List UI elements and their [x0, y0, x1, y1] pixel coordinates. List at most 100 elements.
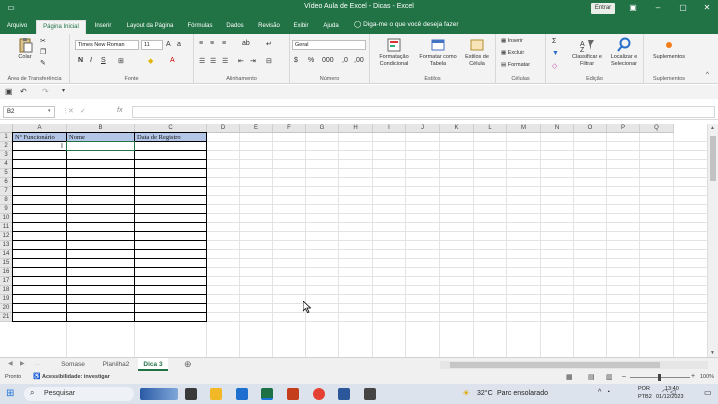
- customize-qat-icon[interactable]: ▾: [62, 87, 65, 94]
- language-indicator[interactable]: POR: [638, 386, 650, 392]
- addins-button[interactable]: Suplementos: [646, 37, 692, 61]
- column-header[interactable]: H: [339, 124, 373, 133]
- task-view-icon[interactable]: [185, 388, 197, 400]
- column-header[interactable]: G: [306, 124, 339, 133]
- column-header[interactable]: K: [440, 124, 474, 133]
- tab-layout[interactable]: Layout da Página: [120, 20, 180, 34]
- normal-view-icon[interactable]: ▦: [566, 373, 573, 381]
- page-break-icon[interactable]: ▥: [606, 373, 613, 381]
- network-icon[interactable]: ◔: [606, 389, 610, 396]
- align-right-icon[interactable]: ☰: [222, 57, 228, 65]
- undo-icon[interactable]: ↶: [20, 87, 27, 96]
- italic-button[interactable]: I: [90, 57, 92, 64]
- horizontal-scroll-thumb[interactable]: [450, 362, 660, 368]
- column-header[interactable]: F: [273, 124, 306, 133]
- cut-icon[interactable]: ✂: [40, 37, 46, 45]
- decimal-decrease-icon[interactable]: ,00: [354, 57, 364, 64]
- clear-icon[interactable]: ◇: [552, 62, 557, 70]
- fill-icon[interactable]: ▼: [552, 50, 559, 57]
- conditional-format-button[interactable]: Formatação Condicional: [372, 37, 416, 68]
- tab-arquivo[interactable]: Arquivo: [2, 20, 32, 34]
- vertical-scroll-thumb[interactable]: [710, 136, 716, 181]
- sheet-tab-dica3[interactable]: Dica 3: [138, 358, 168, 371]
- sort-filter-button[interactable]: AZ Classificar e Filtrar: [570, 37, 604, 68]
- align-top-icon[interactable]: ≡: [199, 40, 203, 47]
- signin-button[interactable]: Entrar: [591, 3, 615, 14]
- format-as-table-button[interactable]: Formatar como Tabela: [416, 37, 460, 68]
- font-size-select[interactable]: 11: [141, 40, 163, 50]
- redo-icon[interactable]: ↷: [42, 87, 49, 96]
- wrap-text-icon[interactable]: ↵: [266, 40, 272, 48]
- accessibility-status[interactable]: Acessibilidade: investigar: [42, 374, 110, 380]
- delete-cells-button[interactable]: ▦ Excluir: [501, 50, 524, 56]
- column-header[interactable]: Q: [640, 124, 674, 133]
- align-center-icon[interactable]: ☰: [210, 57, 216, 65]
- notification-icon[interactable]: ▭: [704, 388, 712, 397]
- sheet-tab-planilha2[interactable]: Planilha2: [96, 358, 136, 371]
- page-layout-icon[interactable]: ▤: [588, 373, 595, 381]
- column-header[interactable]: I: [373, 124, 406, 133]
- align-middle-icon[interactable]: ≡: [210, 40, 214, 47]
- column-header[interactable]: D: [207, 124, 240, 133]
- scroll-down-icon[interactable]: ▼: [710, 350, 715, 356]
- sheet-more-icon[interactable]: …: [34, 360, 41, 367]
- column-header[interactable]: O: [574, 124, 607, 133]
- format-cells-button[interactable]: ▤ Formatar: [501, 62, 530, 68]
- tab-formulas[interactable]: Fórmulas: [184, 20, 216, 34]
- currency-icon[interactable]: $: [294, 57, 298, 64]
- indent-decrease-icon[interactable]: ⇤: [238, 57, 244, 65]
- tell-me-box[interactable]: ◯ Diga-me o que você deseja fazer: [354, 20, 458, 28]
- horizontal-scrollbar[interactable]: [440, 361, 708, 369]
- column-header[interactable]: J: [406, 124, 440, 133]
- copy-icon[interactable]: ❐: [40, 48, 46, 56]
- cell-styles-button[interactable]: Estilos de Célula: [460, 37, 494, 68]
- increase-font-icon[interactable]: A: [166, 41, 171, 48]
- formula-input[interactable]: [132, 106, 715, 118]
- powerpoint-icon[interactable]: [287, 388, 299, 400]
- selected-cell[interactable]: [66, 141, 135, 151]
- indent-increase-icon[interactable]: ⇥: [250, 57, 256, 65]
- sheet-tab-somase[interactable]: Somase: [52, 358, 94, 371]
- collapse-ribbon-icon[interactable]: ^: [706, 72, 709, 78]
- namebox-dropdown-icon[interactable]: ▾: [48, 108, 51, 114]
- percent-icon[interactable]: %: [308, 57, 314, 64]
- align-bottom-icon[interactable]: ≡: [222, 40, 226, 47]
- decimal-increase-icon[interactable]: ,0: [342, 57, 348, 64]
- excel-taskbar-icon[interactable]: [261, 388, 273, 400]
- align-left-icon[interactable]: ☰: [199, 57, 205, 65]
- find-select-button[interactable]: Localizar e Selecionar: [606, 37, 642, 68]
- zoom-level[interactable]: 100%: [700, 374, 714, 380]
- tab-exibir[interactable]: Exibir: [288, 20, 314, 34]
- tab-revisao[interactable]: Revisão: [254, 20, 284, 34]
- word-icon[interactable]: [338, 388, 350, 400]
- add-sheet-icon[interactable]: ⊕: [184, 359, 192, 370]
- tab-dados[interactable]: Dados: [222, 20, 248, 34]
- column-header[interactable]: N: [541, 124, 574, 133]
- underline-button[interactable]: S: [101, 57, 106, 64]
- bold-button[interactable]: N: [78, 57, 83, 64]
- file-explorer-icon[interactable]: [210, 388, 222, 400]
- clock-time[interactable]: 13:40: [665, 386, 679, 392]
- ribbon-display-icon[interactable]: ▣: [627, 3, 639, 12]
- taskbar-search-box[interactable]: ⌕ Pesquisar: [24, 387, 134, 401]
- weather-icon[interactable]: ☀: [462, 388, 470, 399]
- save-icon[interactable]: ▣: [5, 87, 13, 96]
- tab-pagina-inicial[interactable]: Página Inicial: [36, 20, 86, 34]
- number-format-select[interactable]: Geral: [292, 40, 366, 50]
- close-icon[interactable]: ✕: [701, 3, 713, 12]
- paste-button[interactable]: Colar: [12, 37, 38, 61]
- windows-start-icon[interactable]: ⊞: [6, 388, 14, 399]
- format-painter-icon[interactable]: ✎: [40, 59, 46, 67]
- keyboard-indicator[interactable]: PTB2: [638, 394, 652, 400]
- clock-date[interactable]: 01/12/2023: [656, 394, 684, 400]
- worksheet-grid[interactable]: A B C D E F G H I J K L M N O P Q 1 2 3 4 5 6 7 8 9 10 11 12 13 14 15 16…: [0, 124, 707, 357]
- tab-inserir[interactable]: Inserir: [90, 20, 116, 34]
- confirm-entry-icon[interactable]: ✓: [80, 107, 86, 115]
- column-header[interactable]: P: [607, 124, 640, 133]
- cancel-entry-icon[interactable]: ✕: [68, 107, 74, 115]
- column-header[interactable]: M: [507, 124, 541, 133]
- merge-icon[interactable]: ⊟: [266, 57, 272, 65]
- outlook-icon[interactable]: [236, 388, 248, 400]
- thousands-icon[interactable]: 000: [322, 57, 334, 64]
- widget-image[interactable]: [140, 388, 178, 400]
